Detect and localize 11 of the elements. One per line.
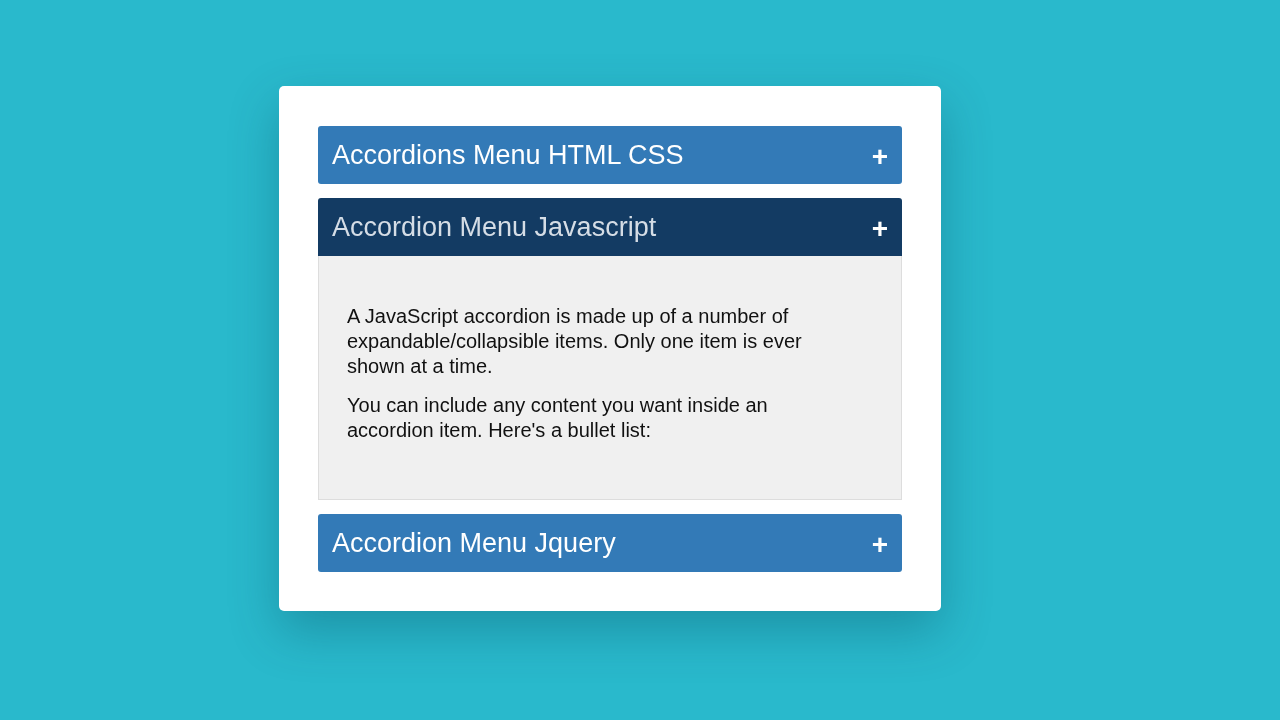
accordion-title: Accordions Menu HTML CSS: [332, 139, 684, 171]
plus-icon: +: [871, 529, 888, 561]
accordion-header[interactable]: Accordion Menu Jquery +: [318, 514, 902, 572]
accordion-title: Accordion Menu Javascript: [332, 211, 657, 243]
plus-icon: +: [871, 141, 888, 173]
accordion-title: Accordion Menu Jquery: [332, 527, 616, 559]
accordion-header[interactable]: Accordions Menu HTML CSS +: [318, 126, 902, 184]
panel-paragraph: A JavaScript accordion is made up of a number of expandable/collapsible items. Only one item is ever shown at a time.: [347, 304, 803, 379]
panel-paragraph: You can include any content you want inside an accordion item. Here's a bullet list:: [347, 393, 769, 443]
accordion-header[interactable]: Accordion Menu Javascript +: [318, 198, 902, 256]
plus-icon: +: [871, 213, 888, 245]
